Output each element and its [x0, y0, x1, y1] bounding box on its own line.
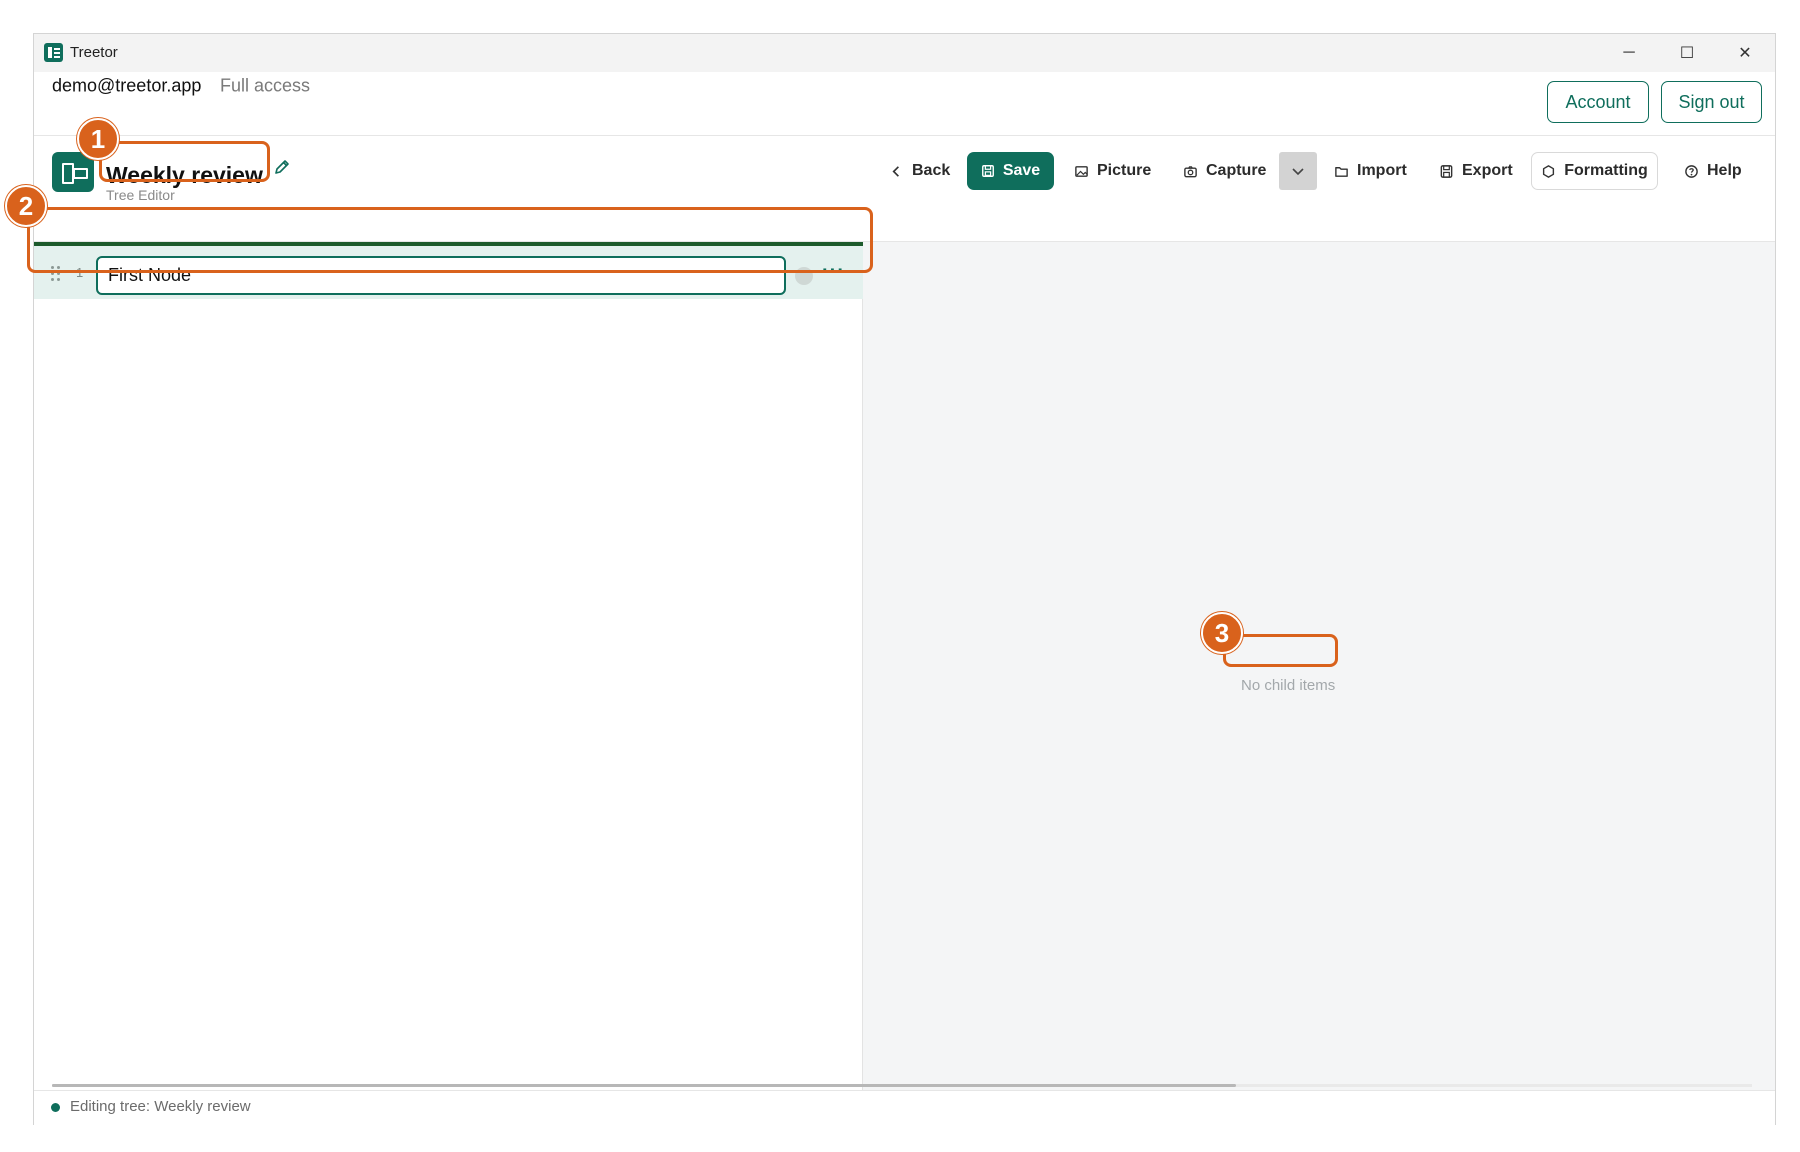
maximize-icon: ☐ [1679, 45, 1695, 62]
formatting-button[interactable]: Formatting [1531, 152, 1658, 190]
status-text: Editing tree: Weekly review [70, 1098, 251, 1115]
account-email: demo@treetor.app [52, 75, 202, 96]
import-label: Import [1357, 162, 1407, 179]
help-icon [1685, 164, 1698, 178]
chevron-left-icon [892, 165, 899, 177]
folder-icon [1335, 166, 1348, 177]
window-title: Treetor [70, 44, 118, 61]
capture-options-dropdown[interactable] [1279, 152, 1317, 190]
sign-out-button[interactable]: Sign out [1661, 81, 1762, 123]
annotation-marker-3: 3 [1201, 612, 1243, 654]
export-button[interactable]: Export [1439, 152, 1513, 190]
close-window-button[interactable]: ✕ [1716, 34, 1774, 72]
document-subtitle: Tree Editor [106, 187, 175, 203]
annotation-box-1 [99, 141, 270, 182]
status-indicator [51, 1103, 60, 1112]
close-icon: ✕ [1738, 45, 1752, 62]
chevron-down-icon [1292, 168, 1304, 176]
export-label: Export [1462, 162, 1513, 179]
camera-icon [1184, 165, 1197, 177]
help-button[interactable]: Help [1684, 152, 1742, 190]
formatting-icon [1543, 164, 1555, 178]
app-window: Treetor ─ ☐ ✕ demo@treetor.app Full acce… [33, 33, 1776, 1126]
minimize-icon: ─ [1623, 44, 1635, 61]
picture-button[interactable]: Picture [1074, 152, 1151, 190]
back-label: Back [912, 162, 951, 179]
minimize-button[interactable]: ─ [1600, 34, 1658, 72]
treetor-app-icon [44, 43, 63, 62]
tree-outline-pane [34, 242, 863, 1122]
capture-label: Capture [1206, 162, 1267, 179]
horizontal-scrollbar-thumb[interactable] [52, 1084, 1236, 1087]
annotation-marker-2: 2 [5, 185, 47, 227]
pencil-icon[interactable] [272, 158, 292, 178]
account-button[interactable]: Account [1547, 81, 1649, 123]
maximize-button[interactable]: ☐ [1658, 34, 1716, 72]
formatting-label: Formatting [1564, 162, 1648, 179]
help-label: Help [1707, 162, 1742, 179]
access-level: Full access [220, 75, 311, 96]
status-bar [34, 1090, 1775, 1126]
annotation-box-2 [27, 207, 873, 273]
back-button[interactable]: Back [889, 152, 950, 190]
floppy-icon [981, 165, 994, 177]
export-icon [1440, 164, 1453, 178]
picture-label: Picture [1097, 162, 1152, 179]
tree-editor-icon [52, 152, 94, 192]
save-button[interactable]: Save [967, 152, 1054, 190]
empty-children-message: No child items [1241, 677, 1336, 694]
annotation-marker-1: 1 [77, 118, 119, 160]
capture-button[interactable]: Capture [1183, 152, 1266, 190]
import-button[interactable]: Import [1334, 152, 1407, 190]
save-label: Save [1002, 162, 1041, 179]
title-bar: Treetor ─ ☐ ✕ [34, 34, 1775, 72]
image-icon [1075, 165, 1088, 177]
